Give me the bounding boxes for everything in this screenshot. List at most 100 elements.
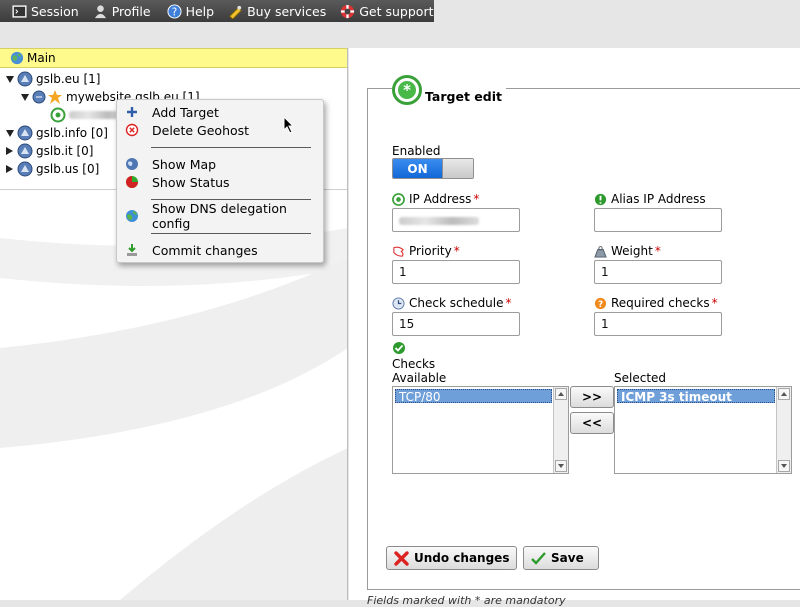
menu-separator bbox=[151, 233, 311, 234]
ctx-show-dns-delegation[interactable]: Show DNS delegation config bbox=[117, 201, 323, 231]
undo-x-icon bbox=[394, 550, 409, 566]
menu-separator bbox=[151, 147, 311, 148]
collapse-arrow-icon[interactable] bbox=[6, 75, 14, 83]
globe-icon bbox=[126, 158, 138, 170]
menu-help[interactable]: ? Help bbox=[167, 3, 215, 19]
domain-globe-icon bbox=[17, 71, 33, 87]
menu-session-label: Session bbox=[31, 3, 79, 19]
commit-download-icon bbox=[127, 244, 137, 256]
ctx-item-label: Show DNS delegation config bbox=[152, 201, 287, 231]
collapse-arrow-icon[interactable] bbox=[6, 129, 14, 137]
geohost-icon bbox=[32, 90, 46, 104]
menu-get-support-label: Get support bbox=[359, 3, 434, 19]
globe-icon bbox=[10, 51, 24, 65]
domain-globe-icon bbox=[17, 125, 33, 141]
expand-arrow-icon[interactable] bbox=[6, 165, 13, 173]
alias-icon bbox=[594, 193, 607, 205]
star-icon bbox=[48, 90, 62, 104]
alias-ip-label: Alias IP Address bbox=[594, 192, 706, 206]
menu-profile[interactable]: Profile bbox=[93, 4, 151, 19]
domain-globe-icon bbox=[17, 143, 33, 159]
scroll-up-arrow-icon[interactable] bbox=[778, 388, 790, 400]
available-list-scrollbar[interactable] bbox=[553, 387, 568, 473]
add-check-button[interactable]: >> bbox=[570, 386, 614, 408]
user-icon bbox=[94, 4, 106, 18]
fieldset-legend: * Target edit bbox=[392, 75, 506, 105]
toggle-on-label: ON bbox=[393, 159, 442, 178]
mandatory-footnote: Fields marked with * are mandatory bbox=[367, 594, 566, 607]
lifebuoy-icon bbox=[341, 4, 355, 18]
available-check-option[interactable]: TCP/80 bbox=[395, 389, 552, 404]
plus-icon bbox=[127, 107, 137, 117]
target-edit-panel: * Target edit Enabled ON IP Address * Ali… bbox=[349, 48, 800, 607]
target-icon bbox=[50, 107, 66, 123]
tree-node-label: gslb.it [0] bbox=[36, 144, 94, 158]
expand-arrow-icon[interactable] bbox=[6, 147, 13, 155]
selected-label: Selected bbox=[614, 371, 667, 385]
menu-help-label: Help bbox=[185, 3, 215, 19]
tree-node-gslb-info[interactable]: gslb.info [0] bbox=[6, 124, 108, 142]
svg-text:*: * bbox=[403, 81, 411, 99]
selected-check-option[interactable]: ICMP 3s timeout bbox=[617, 389, 775, 404]
fieldset-title: Target edit bbox=[425, 89, 502, 104]
tree-node-gslb-eu[interactable]: gslb.eu [1] bbox=[6, 70, 100, 88]
svg-text:?: ? bbox=[598, 300, 603, 310]
ip-address-redacted bbox=[399, 217, 479, 225]
ip-address-input[interactable] bbox=[392, 208, 520, 232]
check-schedule-input[interactable] bbox=[392, 312, 520, 336]
ctx-commit-changes[interactable]: Commit changes bbox=[117, 241, 323, 259]
scroll-down-arrow-icon[interactable] bbox=[778, 460, 790, 472]
target-icon bbox=[392, 192, 405, 206]
check-schedule-label: Check schedule * bbox=[392, 296, 512, 310]
mouse-cursor-icon bbox=[283, 116, 295, 134]
undo-changes-label: Undo changes bbox=[414, 551, 510, 565]
ctx-item-label: Commit changes bbox=[152, 242, 258, 258]
menu-session[interactable]: Session bbox=[12, 4, 79, 19]
remove-check-button[interactable]: << bbox=[570, 412, 614, 434]
target-edit-icon: * bbox=[392, 75, 422, 105]
toggle-knob bbox=[442, 159, 473, 178]
svg-text:?: ? bbox=[171, 6, 176, 18]
ctx-item-label: Show Map bbox=[152, 156, 217, 172]
delete-circle-icon bbox=[125, 123, 139, 137]
selected-list-scrollbar[interactable] bbox=[776, 387, 791, 473]
top-menu-bar: Session Profile ? Help Buy services Get … bbox=[0, 0, 434, 22]
domain-globe-icon bbox=[17, 161, 33, 177]
tree-node-label: gslb.us [0] bbox=[36, 162, 100, 176]
menu-buy-services[interactable]: Buy services bbox=[228, 4, 326, 19]
menu-separator bbox=[151, 199, 311, 200]
selected-checks-list[interactable]: ICMP 3s timeout bbox=[614, 386, 792, 474]
tree-header[interactable]: Main bbox=[0, 48, 347, 68]
tree-node-label: gslb.info [0] bbox=[36, 126, 108, 140]
ctx-show-map[interactable]: Show Map bbox=[117, 155, 323, 173]
alias-ip-input[interactable] bbox=[594, 208, 722, 232]
available-label: Available bbox=[392, 371, 447, 385]
cart-icon bbox=[229, 5, 242, 19]
scroll-down-arrow-icon[interactable] bbox=[555, 460, 567, 472]
save-button[interactable]: Save bbox=[523, 546, 599, 570]
collapse-arrow-icon[interactable] bbox=[21, 93, 29, 101]
tree-node-gslb-us[interactable]: gslb.us [0] bbox=[6, 160, 99, 178]
tree-node-gslb-it[interactable]: gslb.it [0] bbox=[6, 142, 94, 160]
help-icon: ? bbox=[167, 3, 182, 19]
question-icon: ? bbox=[594, 297, 607, 310]
available-checks-list[interactable]: TCP/80 bbox=[392, 386, 569, 474]
ctx-item-label: Delete Geohost bbox=[152, 122, 250, 138]
menu-profile-label: Profile bbox=[111, 3, 151, 19]
target-edit-fieldset: * Target edit Enabled ON IP Address * Ali… bbox=[367, 75, 800, 590]
checks-label: Checks bbox=[392, 357, 436, 371]
required-checks-input[interactable] bbox=[594, 312, 722, 336]
undo-changes-button[interactable]: Undo changes bbox=[386, 546, 517, 570]
earth-icon bbox=[126, 210, 138, 222]
terminal-icon bbox=[12, 4, 27, 18]
scroll-up-arrow-icon[interactable] bbox=[555, 388, 567, 400]
weight-input[interactable] bbox=[594, 260, 722, 284]
menu-get-support[interactable]: Get support bbox=[340, 3, 434, 19]
priority-label: Priority * bbox=[392, 244, 460, 258]
enabled-toggle[interactable]: ON bbox=[392, 158, 474, 179]
priority-input[interactable] bbox=[392, 260, 520, 284]
ip-address-label: IP Address * bbox=[392, 192, 479, 206]
save-check-icon bbox=[531, 551, 546, 565]
menu-buy-services-label: Buy services bbox=[247, 3, 327, 19]
ctx-show-status[interactable]: Show Status bbox=[117, 173, 323, 191]
